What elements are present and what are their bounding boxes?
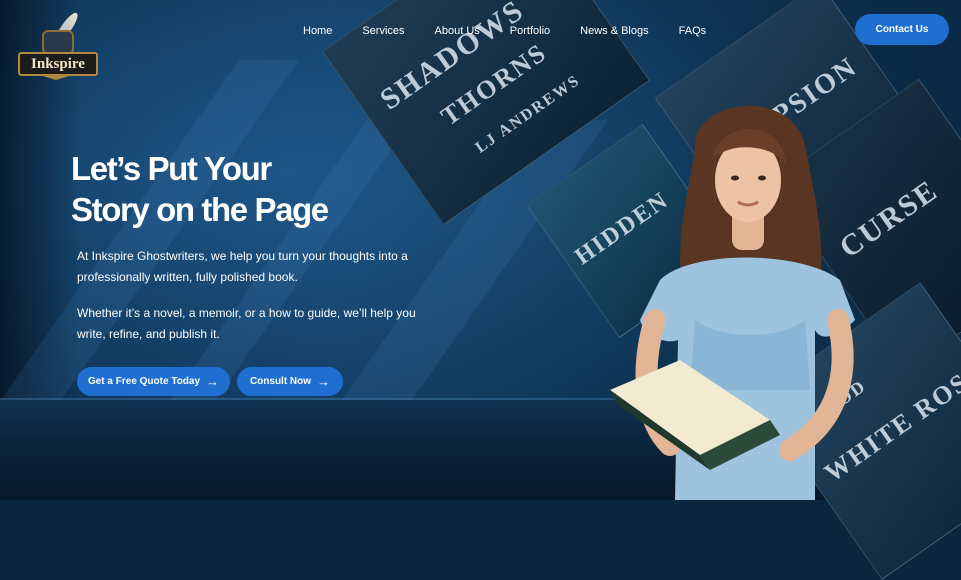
nav-item-about-us[interactable]: About Us: [435, 25, 480, 37]
arrow-right-icon: →: [317, 374, 331, 389]
logo-text: Inkspire: [18, 52, 98, 76]
consult-now-label: Consult Now: [249, 376, 312, 387]
consult-now-button[interactable]: Consult Now →: [237, 367, 343, 396]
nav-item-faqs[interactable]: FAQs: [679, 25, 707, 37]
arrow-right-icon: →: [206, 374, 220, 389]
nav-item-portfolio[interactable]: Portfolio: [510, 25, 550, 37]
contact-us-button[interactable]: Contact Us: [855, 14, 949, 45]
nav-item-services[interactable]: Services: [362, 25, 404, 37]
woman-holding-book-image: [610, 105, 855, 500]
hero-paragraph-services: Whether it’s a novel, a memoir, or a how…: [77, 306, 416, 341]
main-nav: Home Services About Us Portfolio News & …: [303, 25, 706, 37]
hero-title: Let’s Put Your Story on the Page: [71, 148, 401, 230]
hero-title-line2: Story on the Page: [71, 191, 329, 228]
nav-item-home[interactable]: Home: [303, 25, 332, 37]
hero-title-line1: Let’s Put Your: [71, 150, 272, 187]
hero-paragraph-intro: At Inkspire Ghostwriters, we help you tu…: [77, 249, 408, 284]
get-free-quote-button[interactable]: Get a Free Quote Today →: [77, 367, 230, 396]
inkspire-logo[interactable]: Inkspire: [16, 8, 98, 86]
floor-line: [0, 398, 641, 400]
nav-item-news-blogs[interactable]: News & Blogs: [580, 25, 648, 37]
get-free-quote-label: Get a Free Quote Today: [87, 376, 201, 387]
logo-ribbon: [36, 74, 76, 80]
